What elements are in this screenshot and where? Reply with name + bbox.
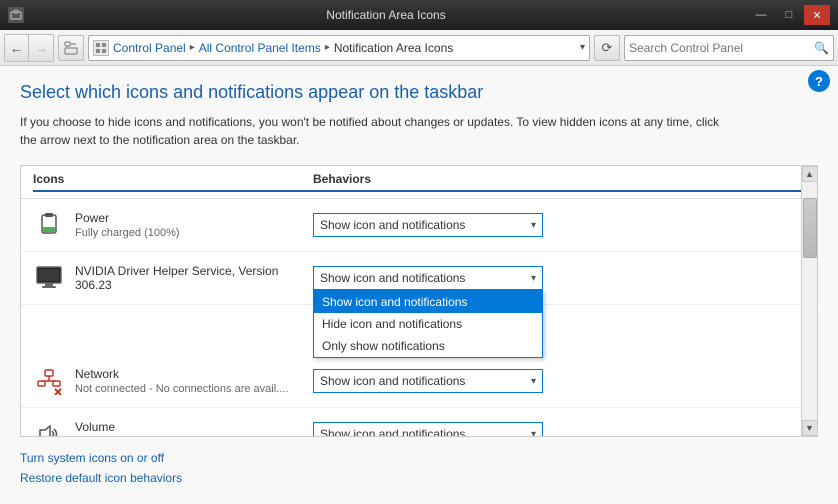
breadcrumb-all-items[interactable]: All Control Panel Items [199,41,321,55]
back-button[interactable]: ← [5,35,29,61]
nvidia-driver-dropdown-text: Show icon and notifications [320,271,531,285]
titlebar: Notification Area Icons — □ ✕ [0,0,838,30]
behavior-power: Show icon and notifications ▾ [313,213,805,237]
power-dropdown-arrow: ▾ [531,220,536,231]
page-title: Select which icons and notifications app… [20,82,818,103]
table-header: Icons Behaviors [21,166,817,199]
table-row: Network Not connected - No connections a… [21,355,817,408]
item-info-power: Power Fully charged (100%) [33,209,313,241]
item-name-nvidia-driver: NVIDIA Driver Helper Service, Version 30… [75,264,313,292]
item-name-volume: Volume [75,420,150,434]
address-bar[interactable]: Control Panel ▸ All Control Panel Items … [88,35,590,61]
power-dropdown[interactable]: Show icon and notifications ▾ [313,213,543,237]
address-dropdown-arrow[interactable]: ▾ [580,42,585,53]
behavior-nvidia-driver: Show icon and notifications ▾ Show icon … [313,266,805,290]
network-icon [33,365,65,397]
header-behaviors: Behaviors [313,172,805,192]
page-description: If you choose to hide icons and notifica… [20,113,720,149]
nav-back-forward: ← → [4,34,54,62]
network-dropdown[interactable]: Show icon and notifications ▾ [313,369,543,393]
search-icon[interactable]: 🔍 [814,41,829,55]
volume-dropdown-text: Show icon and notifications [320,427,531,436]
address-icon [93,40,109,56]
dropdown-option-only[interactable]: Only show notifications [314,335,542,357]
content-area: Select which icons and notifications app… [0,66,838,504]
item-name-network: Network [75,367,288,381]
item-text-network: Network Not connected - No connections a… [75,367,288,395]
breadcrumb-control-panel[interactable]: Control Panel [113,41,186,55]
scroll-up-arrow[interactable]: ▲ [802,166,818,182]
scrollbar-thumb[interactable] [803,198,817,258]
volume-dropdown-arrow: ▾ [531,429,536,437]
nvidia-driver-dropdown-menu: Show icon and notifications Hide icon an… [313,290,543,358]
minimize-button[interactable]: — [748,5,774,25]
dropdown-option-hide[interactable]: Hide icon and notifications [314,313,542,335]
item-sub-network: Not connected - No connections are avail… [75,383,288,395]
up-button[interactable] [58,35,84,61]
main-content: Select which icons and notifications app… [0,66,838,504]
item-text-nvidia-driver: NVIDIA Driver Helper Service, Version 30… [75,264,313,292]
window-title: Notification Area Icons [24,8,748,22]
table-scroll: Icons Behaviors [21,166,817,436]
table-row: NVIDIA Driver Helper Service, Version 30… [21,252,817,305]
forward-button[interactable]: → [29,35,53,61]
network-dropdown-text: Show icon and notifications [320,374,531,388]
item-name-power: Power [75,211,180,225]
item-info-network: Network Not connected - No connections a… [33,365,313,397]
titlebar-icon [8,7,24,23]
item-text-power: Power Fully charged (100%) [75,211,180,239]
close-button[interactable]: ✕ [804,5,830,25]
monitor-icon [33,262,65,294]
help-button[interactable]: ? [808,70,830,92]
power-icon [33,209,65,241]
navbar: ← → Control Panel ▸ All Control Panel It… [0,30,838,66]
network-dropdown-arrow: ▾ [531,376,536,387]
volume-icon [33,418,65,436]
table-row: Volume Speakers: 54% Show icon and notif… [21,408,817,436]
turn-system-icons-link[interactable]: Turn system icons on or off [20,451,818,465]
icons-table: Icons Behaviors [20,165,818,437]
nvidia-driver-dropdown[interactable]: Show icon and notifications ▾ [313,266,543,290]
volume-dropdown[interactable]: Show icon and notifications ▾ [313,422,543,436]
item-text-volume: Volume Speakers: 54% [75,420,150,436]
scroll-down-arrow[interactable]: ▼ [802,420,818,436]
bottom-links: Turn system icons on or off Restore defa… [20,451,818,485]
nvidia-driver-dropdown-container: Show icon and notifications ▾ Show icon … [313,266,543,290]
titlebar-controls: — □ ✕ [748,5,830,25]
search-input[interactable] [629,41,814,55]
breadcrumb: Control Panel ▸ All Control Panel Items … [113,41,578,55]
behavior-network: Show icon and notifications ▾ [313,369,805,393]
item-info-nvidia-driver: NVIDIA Driver Helper Service, Version 30… [33,262,313,294]
item-info-volume: Volume Speakers: 54% [33,418,313,436]
nvidia-driver-dropdown-arrow: ▾ [531,273,536,284]
breadcrumb-current: Notification Area Icons [334,41,453,55]
maximize-button[interactable]: □ [776,5,802,25]
item-sub-power: Fully charged (100%) [75,227,180,239]
header-icons: Icons [33,172,313,192]
table-row: Power Fully charged (100%) Show icon and… [21,199,817,252]
power-dropdown-text: Show icon and notifications [320,218,531,232]
behavior-volume: Show icon and notifications ▾ [313,422,805,436]
search-bar[interactable]: 🔍 [624,35,834,61]
dropdown-option-show[interactable]: Show icon and notifications [314,291,542,313]
restore-defaults-link[interactable]: Restore default icon behaviors [20,471,818,485]
refresh-button[interactable]: ⟳ [594,35,620,61]
